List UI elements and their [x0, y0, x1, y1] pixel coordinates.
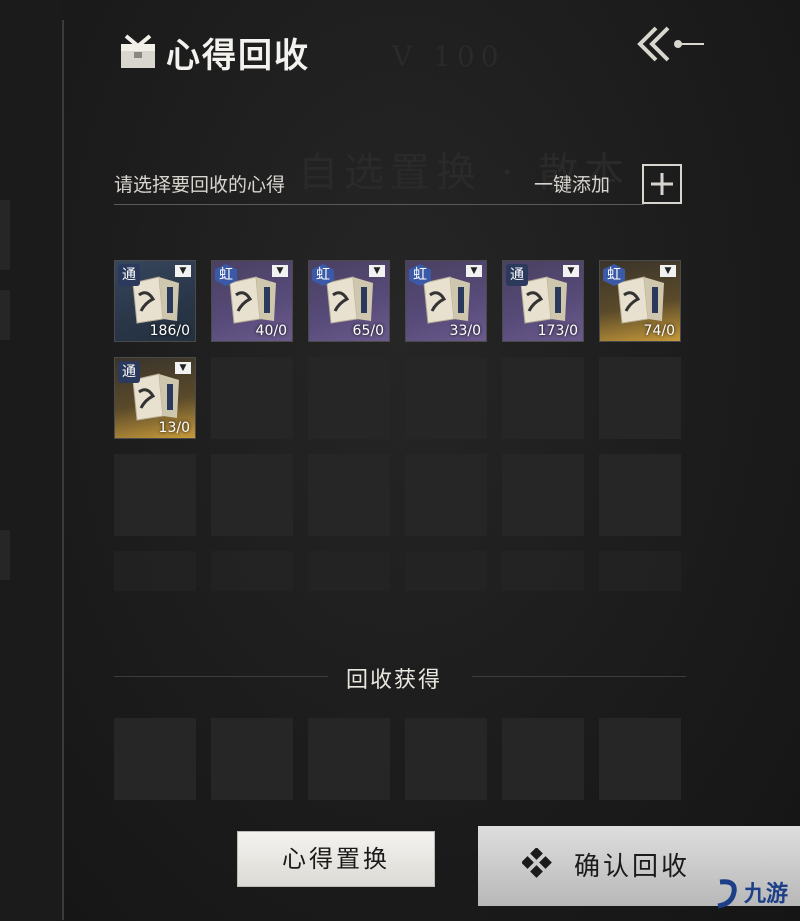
- item-quantity: 65/0: [352, 323, 384, 339]
- empty-slot[interactable]: [308, 551, 390, 591]
- empty-slot[interactable]: [211, 551, 293, 591]
- item-quantity: 74/0: [643, 323, 675, 339]
- watermark: 九游: [714, 870, 800, 918]
- reward-slot[interactable]: [211, 718, 293, 800]
- reward-slot[interactable]: [114, 718, 196, 800]
- confirm-recycle-label: 确认回收: [574, 852, 691, 882]
- insight-item[interactable]: 通 ▼ 173/0: [502, 260, 584, 342]
- insight-item[interactable]: 虹 ▼ 74/0: [599, 260, 681, 342]
- rewards-title: 回收获得: [346, 668, 443, 693]
- insight-item[interactable]: 虹 ▼ 33/0: [405, 260, 487, 342]
- item-quantity: 13/0: [158, 420, 190, 436]
- background-ghost-text: V 100: [392, 40, 505, 73]
- side-panel-tab: [0, 530, 10, 580]
- selection-underline: [114, 204, 644, 205]
- tier-badge: ▼: [272, 265, 288, 277]
- jiuyou-logo-icon: [717, 879, 737, 909]
- rarity-tag: 通: [118, 264, 140, 286]
- empty-slot[interactable]: [502, 454, 584, 536]
- item-quantity: 33/0: [449, 323, 481, 339]
- empty-slot[interactable]: [114, 551, 196, 591]
- add-all-button[interactable]: [642, 164, 682, 204]
- reward-slot[interactable]: [308, 718, 390, 800]
- side-panel-tab: [0, 200, 10, 270]
- tier-badge: ▼: [466, 265, 482, 277]
- item-quantity: 173/0: [537, 323, 578, 339]
- selection-bar: 请选择要回收的心得 一键添加: [114, 164, 686, 208]
- insight-item[interactable]: 通 ▼ 186/0: [114, 260, 196, 342]
- back-button[interactable]: [634, 22, 706, 66]
- empty-slot[interactable]: [599, 454, 681, 536]
- empty-slot[interactable]: [405, 357, 487, 439]
- section-rule: [472, 676, 686, 677]
- empty-slot[interactable]: [599, 551, 681, 591]
- reward-slot[interactable]: [502, 718, 584, 800]
- tier-badge: ▼: [563, 265, 579, 277]
- chest-icon: [121, 34, 155, 68]
- left-side-panel: [0, 0, 62, 921]
- panel-divider: [62, 20, 64, 920]
- tier-badge: ▼: [369, 265, 385, 277]
- rarity-tag: 通: [118, 361, 140, 383]
- empty-slot[interactable]: [211, 454, 293, 536]
- tier-badge: ▼: [175, 265, 191, 277]
- empty-slot[interactable]: [405, 551, 487, 591]
- empty-slot[interactable]: [211, 357, 293, 439]
- selection-prompt: 请选择要回收的心得: [114, 174, 286, 196]
- replace-button[interactable]: 心得置换: [237, 831, 435, 887]
- reward-slot[interactable]: [405, 718, 487, 800]
- insight-item[interactable]: 虹 ▼ 65/0: [308, 260, 390, 342]
- tier-badge: ▼: [660, 265, 676, 277]
- diamond-cluster-icon: [522, 848, 552, 878]
- tier-badge: ▼: [175, 362, 191, 374]
- side-panel-tab: [0, 290, 10, 340]
- watermark-text: 九游: [744, 882, 789, 907]
- empty-slot[interactable]: [405, 454, 487, 536]
- rarity-tag: 通: [506, 264, 528, 286]
- insight-item[interactable]: 通 ▼ 13/0: [114, 357, 196, 439]
- empty-slot[interactable]: [599, 357, 681, 439]
- plus-icon: [651, 173, 673, 195]
- empty-slot[interactable]: [114, 454, 196, 536]
- reward-slot[interactable]: [599, 718, 681, 800]
- add-all-label[interactable]: 一键添加: [534, 170, 610, 197]
- page-title: 心得回收: [166, 36, 310, 76]
- empty-slot[interactable]: [502, 551, 584, 591]
- item-quantity: 40/0: [255, 323, 287, 339]
- item-quantity: 186/0: [149, 323, 190, 339]
- empty-slot[interactable]: [502, 357, 584, 439]
- back-arrow-icon: [637, 26, 704, 62]
- empty-slot[interactable]: [308, 454, 390, 536]
- insight-item[interactable]: 虹 ▼ 40/0: [211, 260, 293, 342]
- section-rule: [114, 676, 328, 677]
- empty-slot[interactable]: [308, 357, 390, 439]
